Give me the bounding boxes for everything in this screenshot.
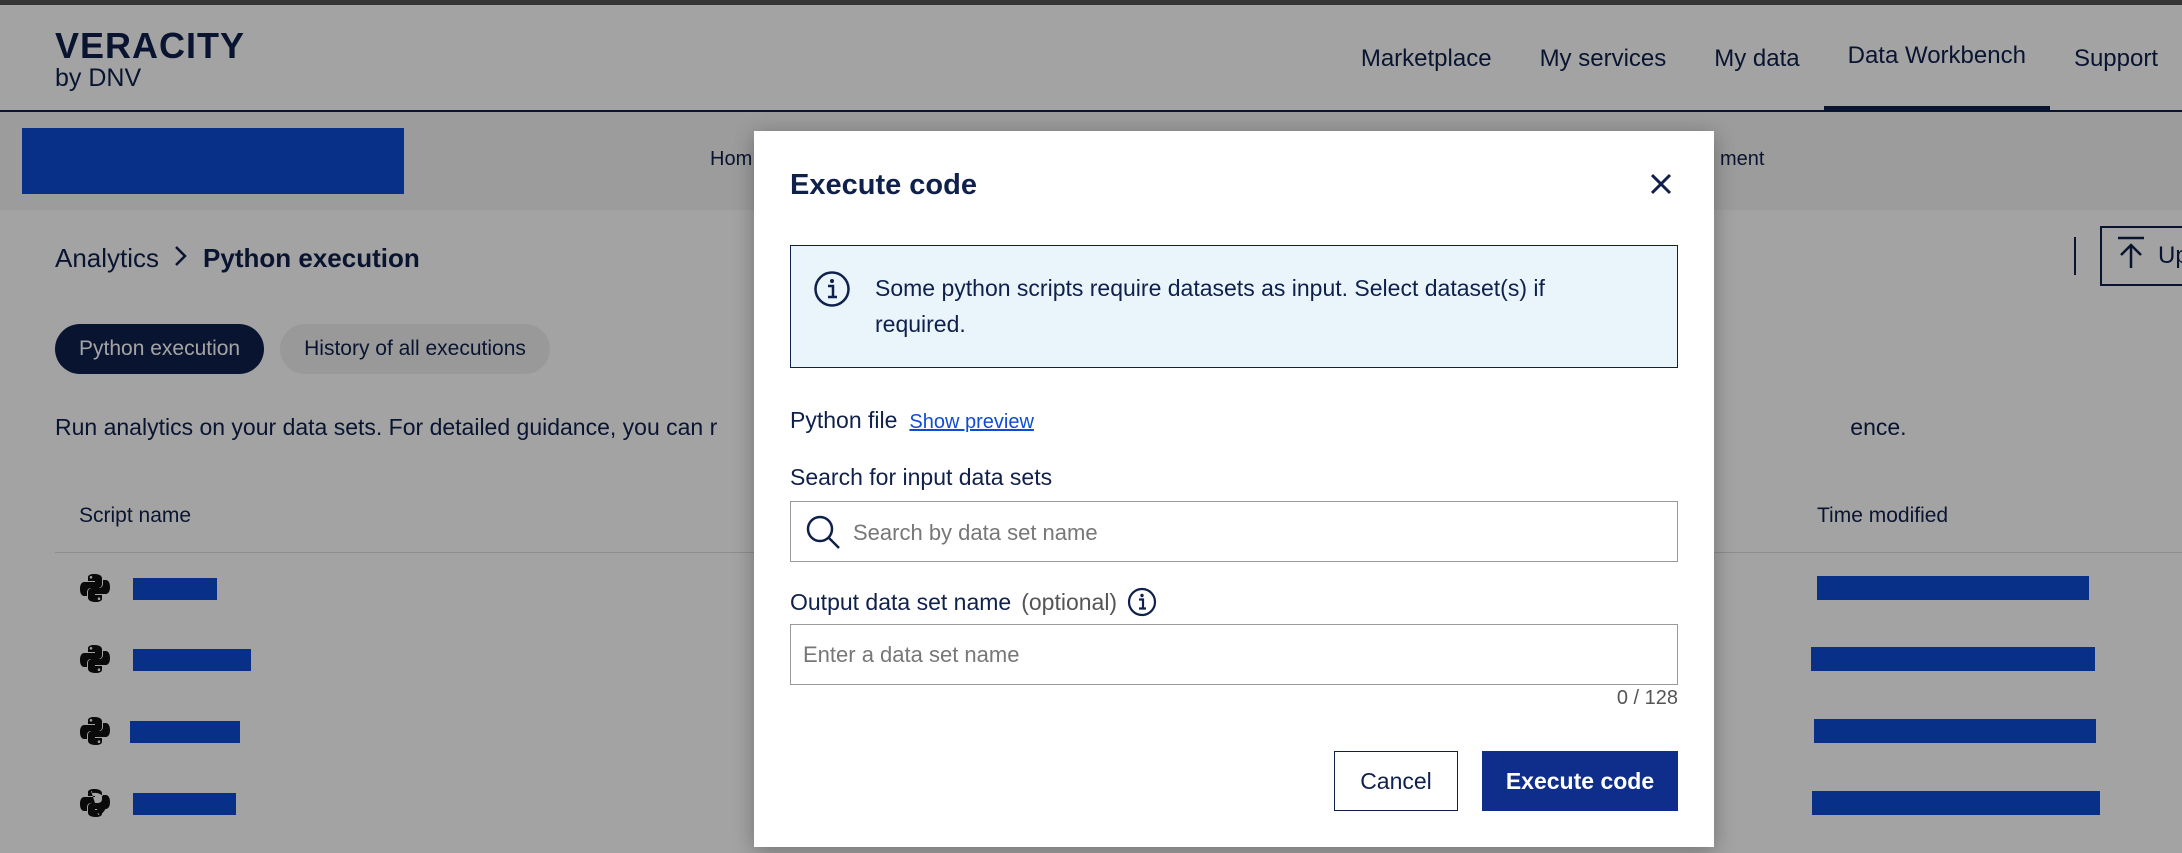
python-file-row: Python file Show preview bbox=[790, 407, 1034, 434]
character-counter: 0 / 128 bbox=[1616, 687, 1678, 709]
show-preview-link[interactable]: Show preview bbox=[909, 411, 1034, 434]
python-file-label: Python file bbox=[790, 407, 898, 433]
search-icon bbox=[806, 515, 840, 549]
output-label-row: Output data set name (optional) bbox=[790, 587, 1157, 617]
execute-code-dialog: Execute code Some python scripts require… bbox=[754, 131, 1714, 847]
execute-code-button[interactable]: Execute code bbox=[1482, 751, 1678, 811]
search-datasets-label: Search for input data sets bbox=[790, 464, 1053, 490]
info-icon[interactable] bbox=[1127, 587, 1157, 617]
output-dataset-input[interactable] bbox=[790, 624, 1678, 685]
info-message: Some python scripts require datasets as … bbox=[875, 275, 1545, 337]
search-datasets-field[interactable] bbox=[790, 501, 1678, 563]
dialog-title: Execute code bbox=[790, 169, 977, 201]
cancel-button[interactable]: Cancel bbox=[1334, 751, 1458, 811]
search-input[interactable] bbox=[851, 502, 1675, 563]
close-icon[interactable] bbox=[1644, 167, 1678, 201]
optional-label: (optional) bbox=[1021, 588, 1118, 615]
info-banner: Some python scripts require datasets as … bbox=[790, 245, 1678, 368]
output-dataset-label: Output data set name bbox=[790, 588, 1012, 615]
info-icon bbox=[814, 271, 850, 307]
